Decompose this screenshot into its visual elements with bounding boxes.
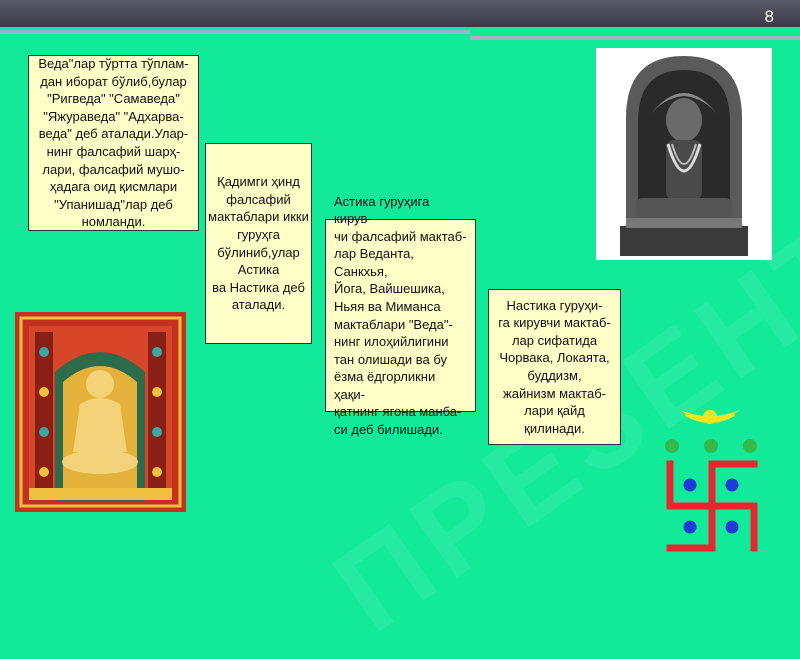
schools-text: Қадимги ҳинд фалсафий мактаблари икки гу… [208,174,309,313]
deity-statue-image [596,48,772,260]
jain-painting-image [15,312,186,512]
vedas-text-box: Веда"лар тўртта тўплам- дан иборат бўлиб… [28,55,199,231]
title-bar: 8 [0,0,800,27]
astika-text: Астика гуруҳига кирув- чи фалсафий макта… [334,193,467,437]
jain-swastika-symbol [658,408,768,558]
schools-text-box: Қадимги ҳинд фалсафий мактаблари икки гу… [205,143,312,344]
slide-number: 8 [764,7,774,26]
accent-strip [0,30,800,44]
vedas-text: Веда"лар тўртта тўплам- дан иборат бўлиб… [38,56,189,230]
nastika-text-box: Настика гуруҳи- га кирувчи мактаб- лар с… [488,289,621,445]
astika-text-box: Астика гуруҳига кирув- чи фалсафий макта… [325,194,476,437]
nastika-text: Настика гуруҳи- га кирувчи мактаб- лар с… [498,297,611,436]
